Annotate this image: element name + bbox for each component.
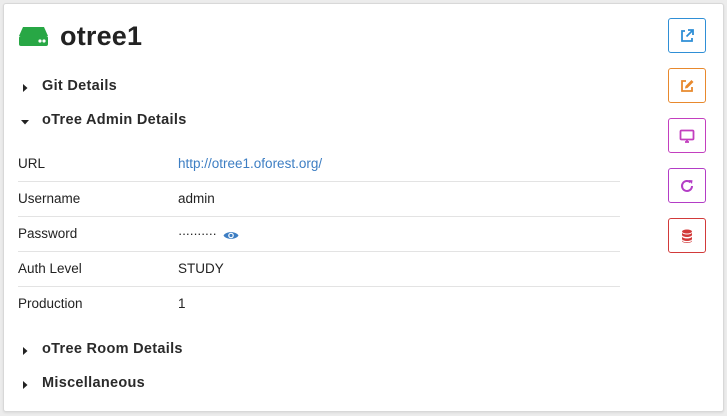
open-external-button[interactable] xyxy=(668,18,706,53)
table-row: URL http://otree1.oforest.org/ xyxy=(18,146,620,181)
username-key: Username xyxy=(18,180,178,216)
otree-room-details-toggle[interactable]: oTree Room Details xyxy=(20,341,183,357)
server-header: otree1 xyxy=(18,18,142,54)
miscellaneous-toggle[interactable]: Miscellaneous xyxy=(20,375,145,391)
password-value-cell: ·········· xyxy=(178,215,620,251)
git-details-label: Git Details xyxy=(42,78,118,94)
miscellaneous-label: Miscellaneous xyxy=(42,375,146,391)
table-row: Auth Level STUDY xyxy=(18,250,620,286)
edit-icon xyxy=(681,79,694,92)
refresh-icon xyxy=(681,179,693,192)
restart-button[interactable] xyxy=(668,168,706,203)
production-key: Production xyxy=(18,285,178,321)
table-row: Password ·········· xyxy=(18,215,620,251)
database-button[interactable] xyxy=(668,218,706,253)
username-value: admin xyxy=(178,180,620,216)
caret-down-icon xyxy=(20,115,30,125)
edit-button[interactable] xyxy=(668,68,706,103)
otree-admin-details-toggle[interactable]: oTree Admin Details xyxy=(20,112,187,128)
server-title: otree1 xyxy=(60,20,143,51)
auth-level-key: Auth Level xyxy=(18,250,178,286)
auth-level-value: STUDY xyxy=(178,250,620,286)
admin-details-table: URL http://otree1.oforest.org/ Username … xyxy=(18,146,620,321)
password-masked-value: ·········· xyxy=(178,226,217,241)
caret-right-icon xyxy=(20,81,30,92)
caret-right-icon xyxy=(20,378,30,389)
eye-icon[interactable] xyxy=(223,229,239,240)
production-value: 1 xyxy=(178,285,620,321)
otree-admin-details-label: oTree Admin Details xyxy=(42,112,187,128)
password-key: Password xyxy=(18,215,178,251)
server-card: otree1 Git Details oTree Admin Details U… xyxy=(3,3,724,412)
monitor-icon xyxy=(679,129,695,143)
url-value-cell: http://otree1.oforest.org/ xyxy=(178,146,620,181)
url-key: URL xyxy=(18,155,46,171)
otree-room-details-label: oTree Room Details xyxy=(42,341,183,357)
caret-right-icon xyxy=(20,344,30,355)
database-icon xyxy=(682,229,692,243)
external-link-icon xyxy=(681,28,694,42)
git-details-toggle[interactable]: Git Details xyxy=(20,78,117,94)
url-link[interactable]: http://otree1.oforest.org/ xyxy=(178,156,322,171)
table-row: Production 1 xyxy=(18,285,620,321)
console-button[interactable] xyxy=(668,118,706,153)
server-icon xyxy=(18,25,49,47)
table-row: Username admin xyxy=(18,180,620,216)
